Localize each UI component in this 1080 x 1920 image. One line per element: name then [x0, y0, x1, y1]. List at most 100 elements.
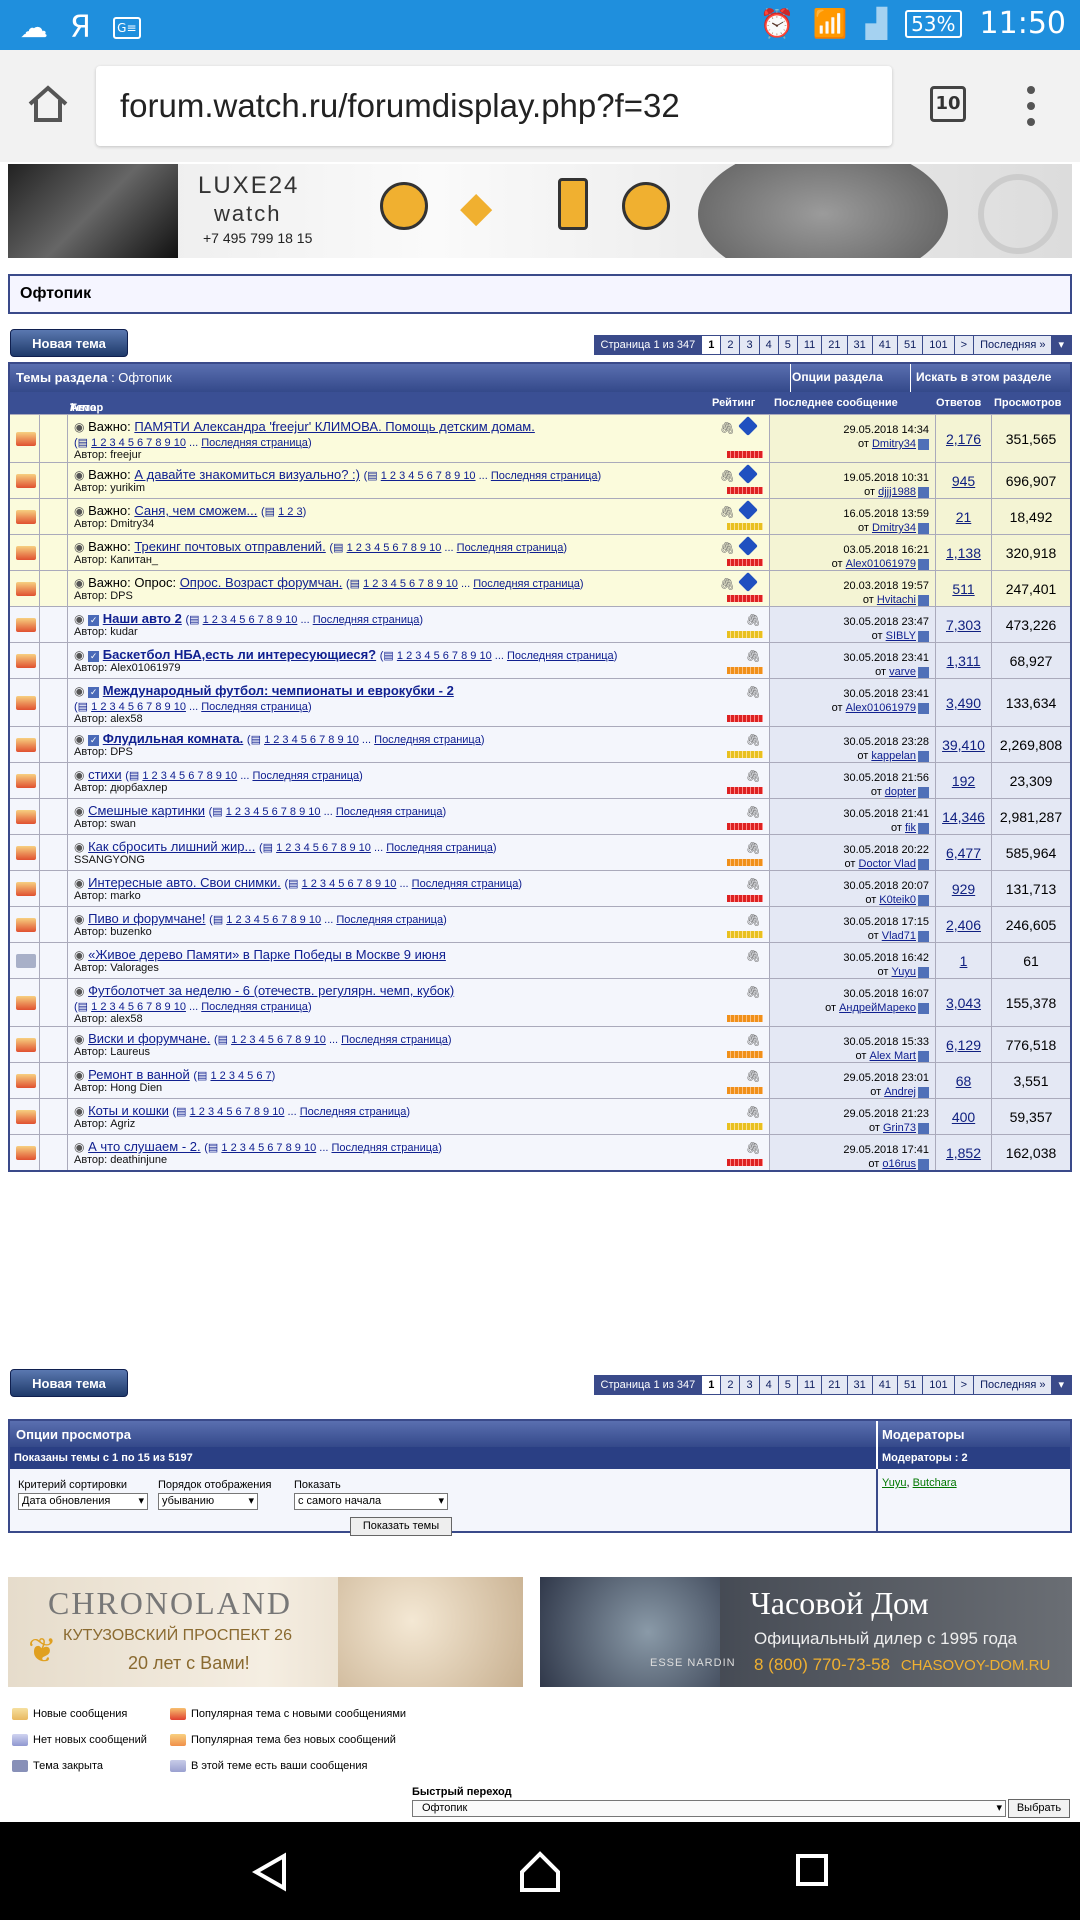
go-to-last-post-icon[interactable] [918, 522, 929, 534]
topic-title-link[interactable]: Как сбросить лишний жир... [88, 839, 255, 854]
last-poster-link[interactable]: Alex01061979 [846, 702, 916, 714]
replies-count[interactable]: 1,311 [936, 643, 992, 678]
col-last-post[interactable]: Последнее сообщение [774, 397, 898, 409]
recents-icon[interactable] [796, 1854, 828, 1886]
page-links[interactable]: 1 2 3 4 5 6 7 8 9 10 [91, 437, 186, 449]
page-links[interactable]: 1 2 3 4 5 6 7 8 9 10 [221, 1142, 316, 1154]
topic-title-link[interactable]: «Живое дерево Памяти» в Парке Победы в М… [88, 947, 446, 962]
page-link[interactable]: Последняя » [974, 1376, 1053, 1394]
last-page-link[interactable]: Последняя страница [374, 734, 481, 746]
go-to-last-post-icon[interactable] [918, 858, 929, 870]
go-to-last-post-icon[interactable] [918, 1158, 929, 1170]
last-poster-link[interactable]: dopter [885, 786, 916, 798]
quickjump-select[interactable]: Офтопик ▾ [412, 1800, 1006, 1817]
go-to-last-post-icon[interactable] [918, 786, 929, 798]
last-poster-link[interactable]: K0teik0 [879, 894, 916, 906]
page-menu-icon[interactable]: ▾ [1052, 1376, 1071, 1394]
last-page-link[interactable]: Последняя страница [412, 878, 519, 890]
page-links[interactable]: 1 2 3 4 5 6 7 8 9 10 [91, 1001, 186, 1013]
page-links[interactable]: 1 2 3 4 5 6 7 8 9 10 [302, 878, 397, 890]
replies-count[interactable]: 2,406 [936, 907, 992, 942]
col-rating[interactable]: Рейтинг [712, 397, 755, 409]
topic-title-link[interactable]: Интересные авто. Свои снимки. [88, 875, 281, 890]
replies-count[interactable]: 3,043 [936, 979, 992, 1026]
go-to-last-post-icon[interactable] [918, 750, 929, 762]
page-link[interactable]: 3 [740, 336, 760, 354]
last-poster-link[interactable]: o16rus [882, 1158, 916, 1170]
go-to-last-post-icon[interactable] [918, 630, 929, 642]
page-link[interactable]: 5 [779, 1376, 798, 1394]
page-links[interactable]: 1 2 3 [278, 506, 302, 518]
topic-title-link[interactable]: Баскетбол НБА,есть ли интересующиеся? [103, 647, 376, 662]
last-poster-link[interactable]: varve [889, 666, 916, 678]
last-page-link[interactable]: Последняя страница [341, 1034, 448, 1046]
go-to-last-post-icon[interactable] [918, 594, 929, 606]
sort-select[interactable]: Дата обновления ▾ [18, 1493, 148, 1510]
page-link[interactable]: 41 [873, 1376, 899, 1394]
page-links[interactable]: 1 2 3 4 5 6 7 8 9 10 [381, 470, 476, 482]
last-page-link[interactable]: Последняя страница [313, 614, 420, 626]
page-link[interactable]: > [955, 336, 975, 354]
last-poster-link[interactable]: Yuyu [892, 966, 916, 978]
page-links[interactable]: 1 2 3 4 5 6 7 8 9 10 [276, 842, 371, 854]
replies-count[interactable]: 929 [936, 871, 992, 906]
go-to-last-post-icon[interactable] [918, 966, 929, 978]
url-field[interactable]: forum.watch.ru/forumdisplay.php?f=32 [96, 66, 892, 146]
page-links[interactable]: 1 2 3 4 5 6 7 8 9 10 [226, 806, 321, 818]
page-link[interactable]: 4 [760, 1376, 779, 1394]
replies-count[interactable]: 68 [936, 1063, 992, 1098]
last-page-link[interactable]: Последняя страница [491, 470, 598, 482]
page-link[interactable]: 3 [740, 1376, 760, 1394]
topic-title-link[interactable]: Футболотчет за неделю - 6 (отечеств. рег… [88, 983, 454, 998]
last-poster-link[interactable]: Doctor Vlad [859, 858, 916, 870]
last-page-link[interactable]: Последняя страница [201, 437, 308, 449]
replies-count[interactable]: 2,176 [936, 415, 992, 462]
moderator-link-yuyu[interactable]: Yuyu [882, 1477, 906, 1489]
topic-title-link[interactable]: ПАМЯТИ Александра 'freejur' КЛИМОВА. Пом… [134, 419, 535, 434]
go-to-last-post-icon[interactable] [918, 1050, 929, 1062]
topic-title-link[interactable]: Опрос. Возраст форумчан. [180, 575, 343, 590]
page-link[interactable]: 41 [873, 336, 899, 354]
replies-count[interactable]: 21 [936, 499, 992, 534]
page-link[interactable]: 5 [779, 336, 798, 354]
last-page-link[interactable]: Последняя страница [201, 701, 308, 713]
page-link[interactable]: 101 [923, 336, 955, 354]
replies-count[interactable]: 511 [936, 571, 992, 606]
quickjump-button[interactable]: Выбрать [1008, 1799, 1070, 1818]
last-page-link[interactable]: Последняя страница [507, 650, 614, 662]
go-to-last-post-icon[interactable] [918, 1002, 929, 1014]
moderator-link-butchara[interactable]: Butchara [913, 1477, 957, 1489]
last-poster-link[interactable]: Alex01061979 [846, 558, 916, 570]
go-to-last-post-icon[interactable] [918, 822, 929, 834]
page-links[interactable]: 1 2 3 4 5 6 7 [210, 1070, 271, 1082]
back-icon[interactable] [250, 1852, 290, 1892]
replies-count[interactable]: 1,852 [936, 1135, 992, 1170]
last-poster-link[interactable]: АндрейМарeко [839, 1002, 916, 1014]
topic-title-link[interactable]: Международный футбол: чемпионаты и еврок… [103, 683, 454, 698]
go-to-last-post-icon[interactable] [918, 1122, 929, 1134]
last-page-link[interactable]: Последняя страница [457, 542, 564, 554]
last-page-link[interactable]: Последняя страница [386, 842, 493, 854]
topic-title-link[interactable]: А что слушаем - 2. [88, 1139, 201, 1154]
page-links[interactable]: 1 2 3 4 5 6 7 8 9 10 [226, 914, 321, 926]
last-page-link[interactable]: Последняя страница [300, 1106, 407, 1118]
replies-count[interactable]: 6,477 [936, 835, 992, 870]
page-links[interactable]: 1 2 3 4 5 6 7 8 9 10 [91, 701, 186, 713]
home-nav-icon[interactable] [518, 1850, 562, 1894]
replies-count[interactable]: 14,346 [936, 799, 992, 834]
order-select[interactable]: убыванию ▾ [158, 1493, 258, 1510]
col-views[interactable]: Просмотров [994, 397, 1061, 409]
page-link[interactable]: > [955, 1376, 975, 1394]
page-link[interactable]: 11 [798, 1376, 823, 1394]
page-link[interactable]: 31 [848, 336, 873, 354]
chronoland-ad[interactable]: CHRONOLAND КУТУЗОВСКИЙ ПРОСПЕКТ 26 20 ле… [8, 1577, 523, 1687]
search-forum-menu[interactable]: Искать в этом разделе [916, 370, 1051, 384]
page-links[interactable]: 1 2 3 4 5 6 7 8 9 10 [142, 770, 237, 782]
topic-title-link[interactable]: Коты и кошки [88, 1103, 169, 1118]
forum-options-menu[interactable]: Опции раздела [792, 370, 883, 384]
overflow-menu-icon[interactable] [1026, 86, 1036, 126]
col-replies[interactable]: Ответов [936, 397, 981, 409]
page-links[interactable]: 1 2 3 4 5 6 7 8 9 10 [190, 1106, 285, 1118]
last-poster-link[interactable]: Andrej [884, 1086, 916, 1098]
page-links[interactable]: 1 2 3 4 5 6 7 8 9 10 [347, 542, 442, 554]
